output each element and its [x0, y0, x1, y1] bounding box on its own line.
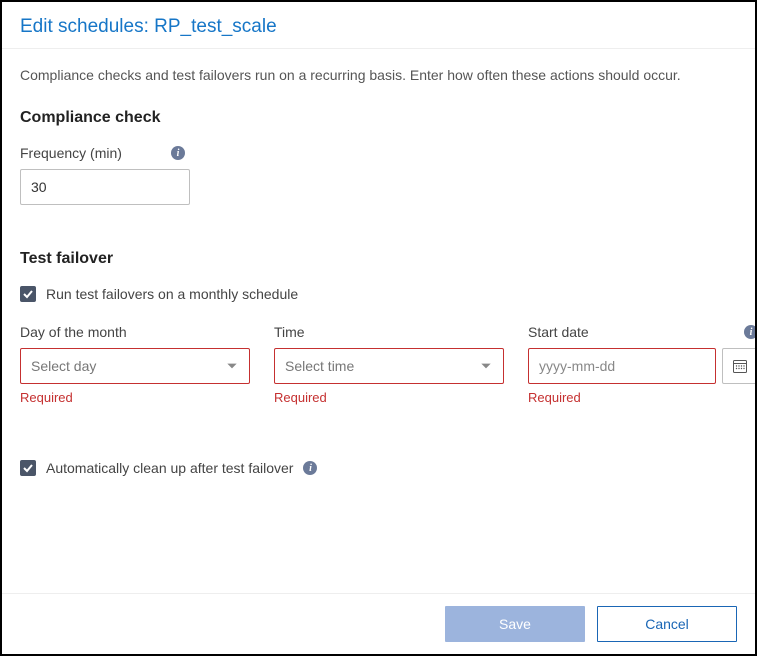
time-select[interactable]: Select time [274, 348, 504, 384]
time-error: Required [274, 390, 504, 405]
chevron-down-icon [479, 359, 493, 373]
dialog-title: Edit schedules: RP_test_scale [20, 16, 737, 38]
frequency-input[interactable] [20, 169, 190, 205]
auto-cleanup-checkbox[interactable] [20, 460, 36, 476]
info-icon[interactable]: i [303, 461, 317, 475]
cancel-button[interactable]: Cancel [597, 606, 737, 642]
compliance-heading: Compliance check [20, 109, 737, 127]
calendar-button[interactable] [722, 348, 755, 384]
test-failover-heading: Test failover [20, 250, 737, 268]
start-date-input[interactable]: yyyy-mm-dd [528, 348, 716, 384]
day-of-month-select[interactable]: Select day [20, 348, 250, 384]
dialog-footer: Save Cancel [2, 593, 755, 654]
time-label: Time [274, 324, 305, 340]
run-monthly-checkbox[interactable] [20, 286, 36, 302]
start-date-placeholder: yyyy-mm-dd [539, 358, 615, 374]
auto-cleanup-label: Automatically clean up after test failov… [46, 460, 293, 476]
dialog-header: Edit schedules: RP_test_scale [2, 2, 755, 49]
info-icon[interactable]: i [171, 146, 185, 160]
save-button[interactable]: Save [445, 606, 585, 642]
start-date-label: Start date [528, 324, 589, 340]
calendar-icon [732, 358, 748, 374]
info-icon[interactable]: i [744, 325, 755, 339]
run-monthly-label: Run test failovers on a monthly schedule [46, 286, 298, 302]
day-of-month-placeholder: Select day [31, 358, 96, 374]
dialog-body: Compliance checks and test failovers run… [2, 49, 755, 593]
day-of-month-label: Day of the month [20, 324, 127, 340]
chevron-down-icon [225, 359, 239, 373]
description-text: Compliance checks and test failovers run… [20, 67, 737, 83]
start-date-error: Required [528, 390, 755, 405]
time-placeholder: Select time [285, 358, 354, 374]
frequency-label: Frequency (min) [20, 145, 122, 161]
day-of-month-error: Required [20, 390, 250, 405]
